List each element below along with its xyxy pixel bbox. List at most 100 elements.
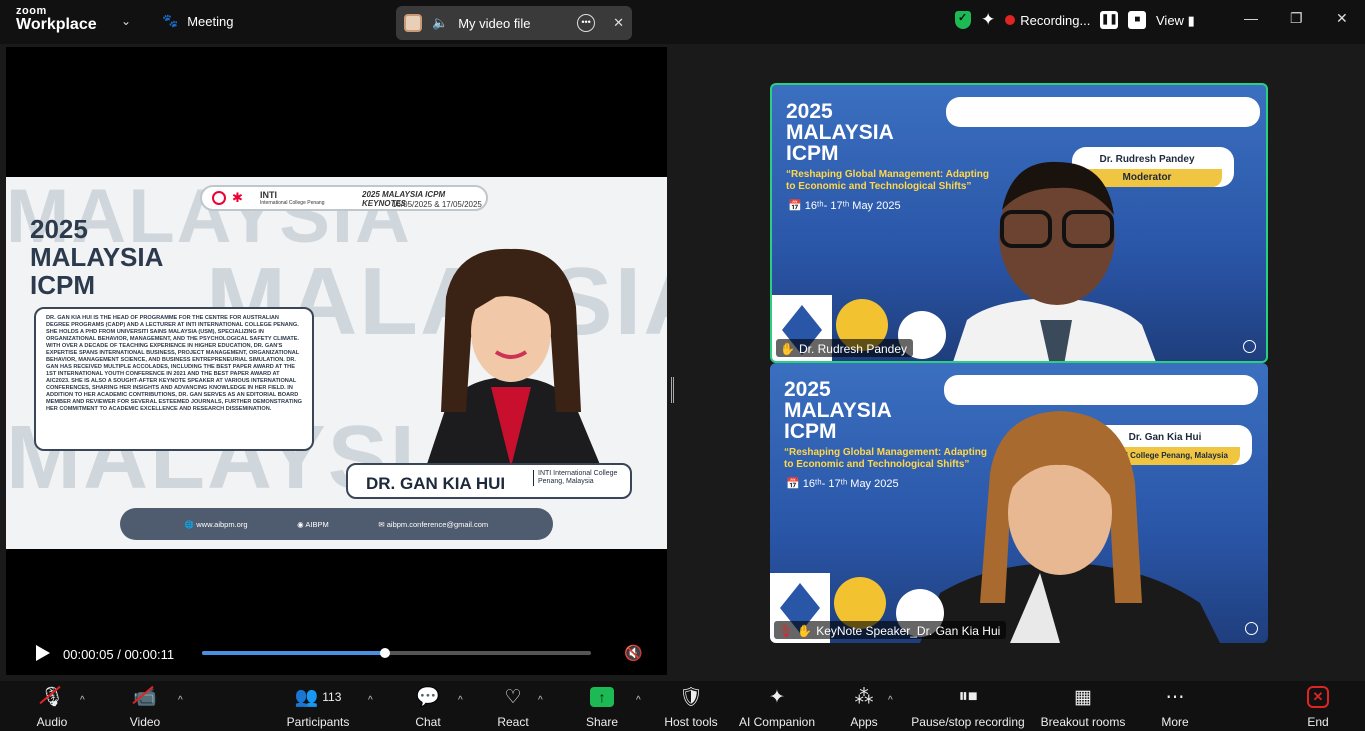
title-line2: ICPM (30, 270, 95, 300)
tile-title: 2025 MALAYSIA ICPM (784, 379, 892, 442)
sparkle-icon: ✦ (769, 686, 785, 708)
tile-date: 📅 16ᵗʰ- 17ᵗʰ May 2025 (786, 478, 899, 490)
slide-header: ✱ INTI International College Penang 2025… (200, 185, 488, 211)
footer-web-text: www.aibpm.org (196, 519, 248, 529)
more-options-icon[interactable]: ••• (577, 14, 596, 32)
video-file-bar[interactable]: 🔈 My video file ••• ✕ (396, 6, 632, 40)
mute-icon[interactable]: 🔇 (624, 644, 643, 662)
pause-recording-button[interactable]: ❚❚ (1100, 11, 1119, 29)
zoom-logo[interactable]: zoom Workplace (16, 6, 97, 33)
apps-icon: ⁂ (854, 686, 874, 708)
sponsor-logos-bar (946, 97, 1260, 127)
speaker-icon[interactable]: 🔈 (432, 15, 448, 31)
tile-line1: MALAYSIA (784, 399, 892, 422)
grid-icon: ▦ (1074, 686, 1092, 708)
audio-options-caret-icon[interactable]: ^ (80, 695, 85, 706)
seek-bar[interactable] (202, 648, 591, 658)
tile-line2: ICPM (784, 420, 837, 443)
speaker-nameplate: DR. GAN KIA HUI INTI International Colle… (346, 463, 632, 499)
chevron-down-icon[interactable]: ⌄ (121, 14, 131, 28)
participant-name: KeyNote Speaker_Dr. Gan Kia Hui (816, 623, 1001, 638)
video-button[interactable]: 📹 Video (120, 681, 170, 731)
pin-icon: ✋ (780, 341, 795, 356)
react-button[interactable]: ♡ React (492, 681, 534, 731)
ai-companion-button[interactable]: ✦ AI Companion (736, 681, 818, 731)
participants-options-caret-icon[interactable]: ^ (368, 695, 373, 706)
header-dates: 16/05/2025 & 17/05/2025 (392, 200, 482, 209)
audio-button[interactable]: 🎙 Audio (28, 681, 76, 731)
bottom-toolbar: 🎙 Audio ^ 📹 Video ^ 👥 113 Participants ^ … (0, 681, 1365, 731)
tile-date: 📅 16ᵗʰ- 17ᵗʰ May 2025 (788, 200, 901, 212)
chat-label: Chat (415, 715, 441, 729)
speaker-portrait (426, 248, 601, 467)
share-button[interactable]: ↑ Share (580, 681, 624, 731)
pause-stop-recording-button[interactable]: ⏸ ⏹ Pause/stop recording (908, 681, 1028, 731)
breakout-rooms-button[interactable]: ▦ Breakout rooms (1038, 681, 1128, 731)
end-call-icon: ✕ (1307, 686, 1329, 708)
react-label: React (497, 715, 529, 729)
host-tools-label: Host tools (664, 715, 718, 729)
participant-tile[interactable]: 2025 MALAYSIA ICPM “Reshaping Global Man… (770, 83, 1268, 363)
title-line1: MALAYSIA (30, 242, 164, 272)
sparkle-icon[interactable]: ✦ (981, 10, 995, 30)
speaker-affiliation: INTI International College Penang, Malay… (533, 470, 623, 486)
slide-footer: 🌐 www.aibpm.org ◉ AIBPM ✉ aibpm.conferen… (120, 508, 553, 540)
panel-resize-handle[interactable] (671, 377, 674, 403)
tile-year: 2025 (784, 378, 831, 401)
globe-icon (1243, 340, 1256, 353)
participants-button[interactable]: 👥 113 Participants (282, 681, 354, 731)
seek-handle[interactable] (379, 648, 390, 658)
close-icon[interactable]: ✕ (613, 15, 624, 31)
star-logo-icon: ✱ (232, 190, 243, 205)
more-button[interactable]: ⋯ More (1154, 681, 1196, 731)
record-dot-icon (1005, 15, 1016, 25)
playback-controls: 00:00:05 / 00:00:11 🔇 (6, 640, 667, 670)
end-button[interactable]: ✕ End (1298, 681, 1338, 731)
sponsor-logos-bar (944, 375, 1258, 405)
apps-label: Apps (850, 715, 878, 729)
chat-options-caret-icon[interactable]: ^ (458, 695, 463, 706)
footer-social: ◉ AIBPM (297, 519, 329, 529)
footer-web: 🌐 www.aibpm.org (184, 519, 248, 529)
college-logo-icon (212, 191, 226, 205)
end-label: End (1307, 715, 1329, 729)
tile-line1: MALAYSIA (786, 121, 894, 144)
chat-button[interactable]: 💬 Chat (408, 681, 448, 731)
stop-recording-button[interactable]: ■ (1128, 11, 1147, 29)
video-options-caret-icon[interactable]: ^ (178, 695, 183, 706)
react-options-caret-icon[interactable]: ^ (538, 695, 543, 706)
view-label: View (1156, 13, 1184, 28)
header-org: INTI (260, 190, 277, 200)
globe-icon (1245, 622, 1258, 635)
shield-icon[interactable] (955, 11, 971, 29)
apps-options-caret-icon[interactable]: ^ (888, 695, 893, 706)
participant-tile[interactable]: 2025 MALAYSIA ICPM “Reshaping Global Man… (770, 363, 1268, 643)
stop-icon: ⏹ (968, 686, 978, 707)
tile-date-text: 16ᵗʰ- 17ᵗʰ May 2025 (804, 200, 901, 212)
slide-title: 2025 MALAYSIA ICPM (30, 215, 163, 299)
microphone-muted-icon: 🎙 (39, 687, 65, 708)
participant-name-label: ✋ Dr. Rudresh Pandey (776, 339, 914, 357)
close-window-icon[interactable]: ✕ (1336, 10, 1348, 27)
speaker-bio: DR. GAN KIA HUI IS THE HEAD OF PROGRAMME… (34, 307, 314, 451)
tile-year: 2025 (786, 100, 833, 123)
view-button[interactable]: View ▮ (1156, 13, 1195, 29)
share-label: Share (585, 715, 619, 729)
share-options-caret-icon[interactable]: ^ (636, 695, 641, 706)
brand-main-label: Workplace (16, 16, 97, 33)
footer-social-text: AIBPM (305, 519, 329, 529)
minimize-icon[interactable]: — (1244, 10, 1258, 26)
host-tools-button[interactable]: 🛡 Host tools (660, 681, 722, 731)
apps-button[interactable]: ⁂ Apps (846, 681, 882, 731)
paw-icon: 🐾 (162, 13, 179, 28)
meeting-button[interactable]: 🐾 Meeting (162, 13, 233, 29)
pin-icon: ✋ (797, 623, 813, 638)
video-thumbnail-icon (404, 14, 422, 32)
video-label: Video (129, 715, 161, 729)
recording-status: ✦ Recording... ❚❚ ■ (955, 10, 1147, 30)
breakout-rooms-label: Breakout rooms (1040, 715, 1126, 729)
participant-name-label: 🎙 ✋ KeyNote Speaker_Dr. Gan Kia Hui (774, 621, 1007, 639)
play-icon[interactable] (36, 645, 50, 661)
restore-icon[interactable]: ❐ (1290, 10, 1303, 27)
participant-name: Dr. Rudresh Pandey (798, 341, 908, 356)
